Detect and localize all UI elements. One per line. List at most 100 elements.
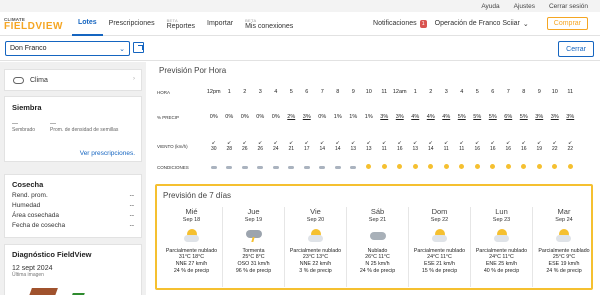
wind-cell: ↙ 22 xyxy=(547,141,563,153)
day-precip: 24 % de precip xyxy=(173,268,210,274)
settings-link[interactable]: Ajustes xyxy=(514,3,535,10)
day-wind: NNE 27 km/h xyxy=(175,261,208,267)
wind-cell: ↙ 22 xyxy=(563,141,579,153)
condition-cell xyxy=(361,164,377,171)
nav-lotes[interactable]: Lotes xyxy=(72,12,103,36)
sown-stat: --- Sembrado xyxy=(12,121,50,133)
forecast-day[interactable]: Jue Sep 19 Tormenta 25°C 8°C OSO 31 km/h 96 %… xyxy=(223,207,285,287)
day-date: Sep 20 xyxy=(306,217,325,223)
nav-importar[interactable]: Importar xyxy=(201,12,239,36)
buy-button[interactable]: Comprar xyxy=(546,17,588,30)
clima-card[interactable]: Clima › xyxy=(4,69,142,91)
precip-row: % PRECIP 0% 0% 0% 0% 0% 2% 3% 0% 1% 1% 1% 3% 3% 4% 4% 4… xyxy=(156,114,578,120)
wind-cell: ↙ 14 xyxy=(423,141,439,153)
export-icon[interactable] xyxy=(133,42,144,53)
forecast-day[interactable]: Mié Sep 18 Parcialmente nublado 31°C 18°C NN… xyxy=(161,207,223,287)
day-date: Sep 23 xyxy=(492,217,511,223)
wind-cell: ↙ 13 xyxy=(361,141,377,153)
notifications-badge: 1 xyxy=(419,19,427,28)
condition-cell xyxy=(237,165,253,171)
day-wind: ESE 19 km/h xyxy=(548,261,580,267)
moon-cloud-icon xyxy=(226,165,233,169)
close-button[interactable]: Cerrar xyxy=(558,41,594,57)
day-precip: 24 % de precip xyxy=(546,268,582,274)
sidebar: Clima › Siembra --- Sembrado --- Prom. d… xyxy=(0,62,146,295)
day-name: Dom xyxy=(431,207,448,216)
prescriptions-link[interactable]: Ver prescripciones. xyxy=(80,150,135,157)
partly-cloudy-icon xyxy=(555,228,573,243)
nav-label: Reportes xyxy=(166,22,195,30)
sun-icon xyxy=(567,164,573,169)
hour-cell: 8 xyxy=(522,89,526,95)
condition-cell xyxy=(408,164,424,171)
wind-value: 24 xyxy=(272,146,279,152)
day-temperature: 24°C 11°C xyxy=(489,254,514,260)
precip-cell: 5% xyxy=(473,114,482,120)
nav-prescripciones[interactable]: Prescripciones xyxy=(103,12,161,36)
forecast-day[interactable]: Sáb Sep 21 Nublado 26°C 11°C N 25 km/h 24 % d… xyxy=(347,207,409,287)
day-wind: N 25 km/h xyxy=(365,261,390,267)
precip-cell: 2% xyxy=(287,114,296,120)
wind-cell: ↙ 28 xyxy=(222,141,238,153)
nav-mis-conexiones[interactable]: BETA Mis conexiones xyxy=(239,12,299,36)
hour-cell: 9 xyxy=(351,89,355,95)
forecast-day[interactable]: Vie Sep 20 Parcialmente nublado 23°C 13°C NN… xyxy=(285,207,347,287)
hour-cell: 12pm xyxy=(206,89,221,95)
wind-value: 22 xyxy=(567,146,574,152)
hour-cell: 3 xyxy=(258,89,262,95)
wind-value: 26 xyxy=(257,146,264,152)
nav-label: Prescripciones xyxy=(108,20,155,27)
wind-cell: ↙ 16 xyxy=(470,141,486,153)
wind-cell: ↙ 11 xyxy=(377,141,393,153)
farm-select[interactable]: Don Franco ⌄ xyxy=(5,41,130,56)
hour-cell: 10 xyxy=(365,89,372,95)
hour-cell: 3 xyxy=(444,89,448,95)
wind-value: 14 xyxy=(334,146,341,152)
partly-cloudy-icon xyxy=(183,228,201,243)
moon-cloud-icon xyxy=(319,165,326,169)
hour-cell: 8 xyxy=(336,89,340,95)
condition-cell xyxy=(206,165,222,171)
fieldview-logo[interactable]: CLIMATE FIELDVIEW xyxy=(0,12,72,36)
day-wind: OSO 31 km/h xyxy=(237,261,270,267)
logout-link[interactable]: Cerrar sesión xyxy=(549,3,588,10)
nav-label: Lotes xyxy=(78,19,97,26)
field-image-thumbnail xyxy=(26,288,58,295)
wind-value: 21 xyxy=(288,146,295,152)
forecast-day[interactable]: Lun Sep 23 Parcialmente nublado 24°C 11°C EN… xyxy=(471,207,533,287)
nav-right: Notificaciones 1 Operación de Franco Sci… xyxy=(373,17,600,30)
condition-cell xyxy=(253,165,269,171)
precip-row-label: % PRECIP xyxy=(157,114,180,120)
day-precip: 15 % de precip xyxy=(421,268,458,274)
toolbar: Don Franco ⌄ Cerrar xyxy=(0,37,600,61)
notifications-button[interactable]: Notificaciones 1 xyxy=(373,19,427,28)
hour-cell: 4 xyxy=(274,89,278,95)
nav-reportes[interactable]: BETA Reportes xyxy=(161,12,201,36)
wind-value: 19 xyxy=(536,146,543,152)
sun-icon xyxy=(428,164,434,169)
condition-cell xyxy=(315,165,331,171)
wind-cell: ↙ 16 xyxy=(485,141,501,153)
hour-row: HORA 12pm 1 2 3 4 5 6 7 8 9 10 11 12am 1 2 3 4 5 6 7 8 9 10 11 xyxy=(156,89,578,95)
day-temperature: 31°C 18°C xyxy=(178,254,205,260)
hour-cell: 7 xyxy=(320,89,324,95)
wind-cell: ↙ 11 xyxy=(454,141,470,153)
sun-icon xyxy=(536,164,542,169)
wind-value: 26 xyxy=(241,146,248,152)
hour-cell: 5 xyxy=(475,89,479,95)
diagnostico-date: 12 sept 2024 xyxy=(12,265,53,272)
hour-cell: 5 xyxy=(289,89,293,95)
forecast-day[interactable]: Dom Sep 22 Parcialmente nublado 24°C 11°C ES… xyxy=(409,207,471,287)
hour-cell: 1 xyxy=(413,89,417,95)
precip-cell: 3% xyxy=(380,114,389,120)
wind-value: 16 xyxy=(489,146,496,152)
diagnostico-card[interactable]: Diagnóstico FieldView 12 sept 2024 Últim… xyxy=(4,244,142,295)
sun-icon xyxy=(505,164,511,169)
wind-value: 11 xyxy=(443,146,449,152)
chevron-down-icon: ⌄ xyxy=(119,46,125,53)
help-link[interactable]: Ayuda xyxy=(481,3,499,10)
operation-dropdown[interactable]: Operación de Franco Sciiar ⌄ xyxy=(435,20,529,28)
day-temperature: 25°C 8°C xyxy=(242,254,265,260)
sun-icon xyxy=(397,164,403,169)
forecast-day[interactable]: Mar Sep 24 Parcialmente nublado 25°C 9°C ESE… xyxy=(533,207,595,287)
